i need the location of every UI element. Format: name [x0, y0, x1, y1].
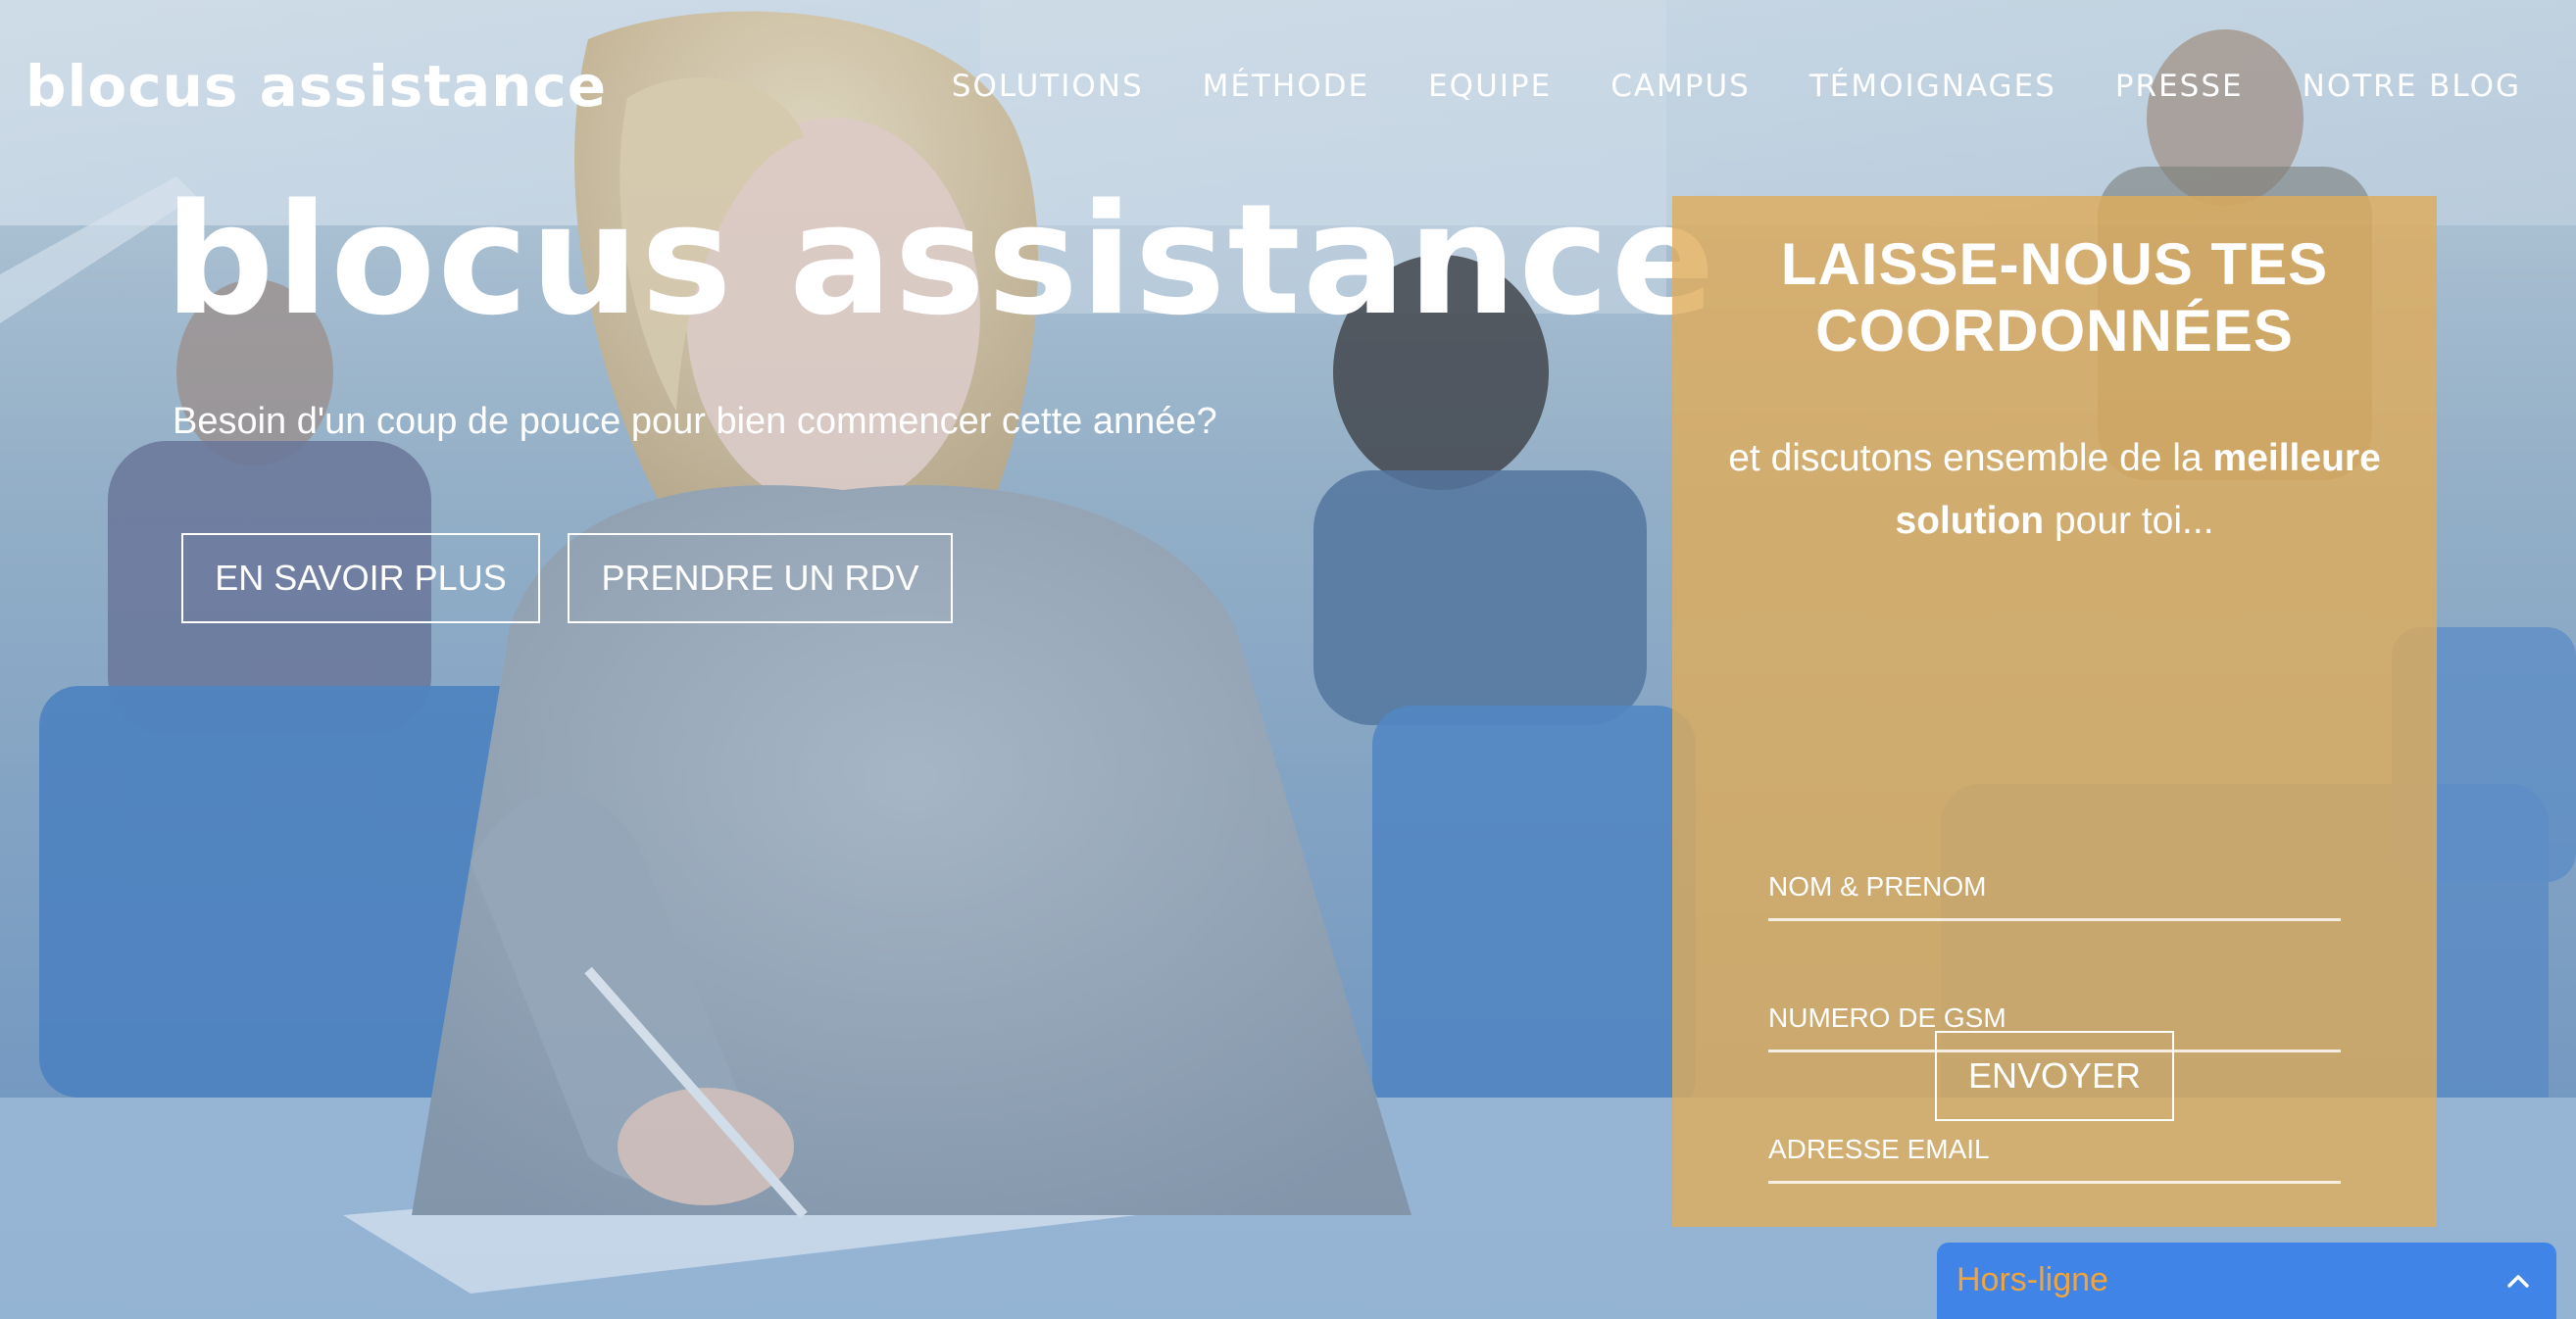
top-navigation-bar: blocus assistance SOLUTIONS MÉTHODE EQUI… — [0, 0, 2576, 174]
form-title: LAISSE-NOUS TES COORDONNÉES — [1672, 231, 2437, 365]
nav-item-temoignages[interactable]: TÉMOIGNAGES — [1809, 61, 2056, 112]
form-desc-part2: pour toi... — [2054, 500, 2214, 542]
form-title-line2: COORDONNÉES — [1815, 298, 2294, 364]
site-logo[interactable]: blocus assistance — [25, 47, 607, 125]
form-description: et discutons ensemble de la meilleure so… — [1702, 427, 2407, 553]
book-appointment-button[interactable]: PRENDRE UN RDV — [568, 533, 953, 623]
nav-item-campus[interactable]: CAMPUS — [1610, 61, 1751, 112]
landing-page: blocus assistance SOLUTIONS MÉTHODE EQUI… — [0, 0, 2576, 1319]
chat-widget-bar[interactable]: Hors-ligne — [1937, 1243, 2556, 1319]
email-field[interactable]: ADRESSE EMAIL — [1768, 1121, 2341, 1184]
name-field-placeholder: NOM & PRENOM — [1768, 871, 1987, 902]
email-field-placeholder: ADRESSE EMAIL — [1768, 1134, 1990, 1164]
form-desc-bold1: meilleure — [2212, 437, 2381, 479]
form-desc-bold2: solution — [1895, 500, 2045, 542]
nav-item-presse[interactable]: PRESSE — [2115, 61, 2244, 112]
main-nav: SOLUTIONS MÉTHODE EQUIPE CAMPUS TÉMOIGNA… — [893, 61, 2521, 112]
name-field[interactable]: NOM & PRENOM — [1768, 858, 2341, 921]
form-desc-part1: et discutons ensemble de la — [1728, 437, 2203, 479]
chevron-up-icon[interactable] — [2505, 1268, 2531, 1294]
submit-button[interactable]: ENVOYER — [1935, 1031, 2174, 1121]
hero-subtitle: Besoin d'un coup de pouce pour bien comm… — [173, 401, 1217, 442]
contact-form-panel: LAISSE-NOUS TES COORDONNÉES et discutons… — [1672, 196, 2437, 1227]
nav-item-equipe[interactable]: EQUIPE — [1428, 61, 1552, 112]
nav-item-blog[interactable]: NOTRE BLOG — [2303, 61, 2521, 112]
chat-status-label: Hors-ligne — [1957, 1261, 2108, 1298]
nav-item-methode[interactable]: MÉTHODE — [1203, 61, 1369, 112]
learn-more-button[interactable]: EN SAVOIR PLUS — [181, 533, 540, 623]
form-title-line1: LAISSE-NOUS TES — [1780, 231, 2329, 297]
hero-logo: blocus assistance — [165, 171, 1717, 349]
nav-item-solutions[interactable]: SOLUTIONS — [952, 61, 1144, 112]
